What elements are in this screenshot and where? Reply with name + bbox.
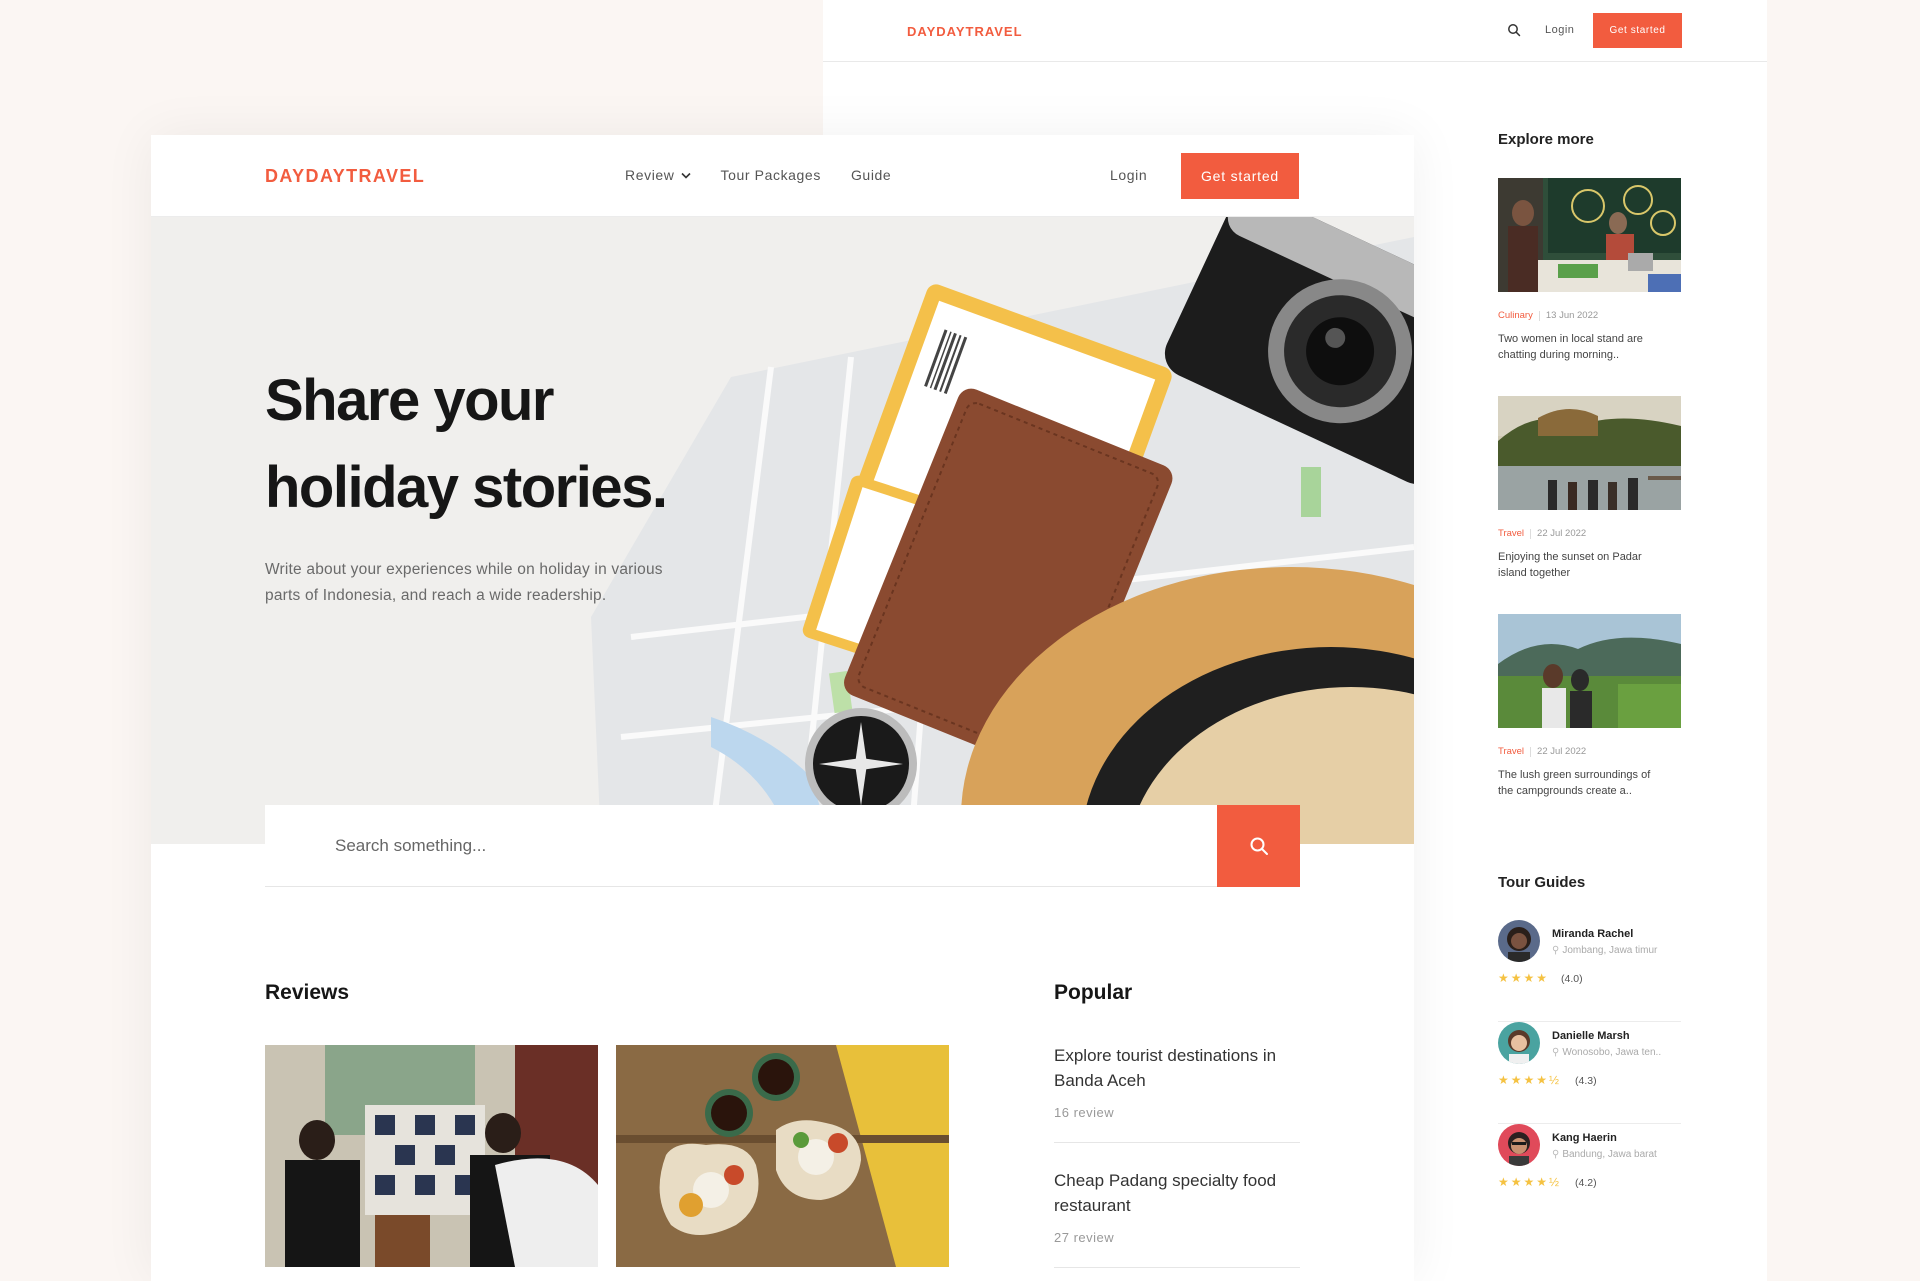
guide-location: ⚲ Jombang, Jawa timur xyxy=(1552,945,1657,956)
guide-name[interactable]: Miranda Rachel xyxy=(1552,928,1633,940)
popular-item[interactable]: Explore tourist destinations in Banda Ac… xyxy=(1054,1043,1300,1143)
review-image-batik[interactable] xyxy=(265,1045,598,1267)
login-link[interactable]: Login xyxy=(1110,167,1147,183)
explore-image-culinary[interactable] xyxy=(1498,178,1681,292)
popular-item-title[interactable]: Cheap Padang specialty food restaurant xyxy=(1054,1168,1300,1218)
search-icon[interactable] xyxy=(1507,23,1521,37)
rating-score: (4.0) xyxy=(1561,973,1583,985)
rating-score: (4.2) xyxy=(1575,1177,1597,1189)
explore-image-sunset[interactable] xyxy=(1498,396,1681,510)
guide-name[interactable]: Danielle Marsh xyxy=(1552,1030,1630,1042)
review-image-food[interactable] xyxy=(616,1045,949,1267)
popular-title: Popular xyxy=(1054,981,1133,1004)
login-link[interactable]: Login xyxy=(1545,24,1574,36)
hero-section: Share your holiday stories. Write about … xyxy=(151,217,1414,844)
guide-location: ⚲ Bandung, Jawa barat xyxy=(1552,1149,1657,1160)
post-date: 22 Jul 2022 xyxy=(1537,746,1587,757)
meta-divider xyxy=(1530,528,1532,539)
guide-card[interactable]: Danielle Marsh ⚲ Wonosobo, Jawa ten.. ★★★… xyxy=(1498,1022,1681,1124)
search-input[interactable] xyxy=(265,805,1217,887)
main-navbar: DAYDAYTRAVEL Review Tour Packages Guide … xyxy=(151,135,1414,217)
meta-divider xyxy=(1538,310,1540,321)
review-card-food[interactable] xyxy=(616,1045,949,1267)
rating-stars: ★★★★½ xyxy=(1498,1175,1562,1189)
explore-card[interactable]: Travel 22 Jul 2022 Enjoying the sunset o… xyxy=(1498,396,1681,581)
home-page: DAYDAYTRAVEL Review Tour Packages Guide … xyxy=(151,135,1414,1281)
article-navbar: DAYDAYTRAVEL Login Get started xyxy=(823,0,1767,62)
hero-title-line-1: Share your xyxy=(265,368,555,433)
guide-location: ⚲ Wonosobo, Jawa ten.. xyxy=(1552,1047,1661,1058)
reviews-title: Reviews xyxy=(265,981,350,1004)
popular-item-count: 27 review xyxy=(1054,1230,1115,1245)
popular-item[interactable]: Cheap Padang specialty food restaurant 2… xyxy=(1054,1168,1300,1268)
explore-more-title: Explore more xyxy=(1498,131,1594,148)
guide-location-text: Bandung, Jawa barat xyxy=(1562,1149,1657,1160)
tour-guides-title: Tour Guides xyxy=(1498,874,1586,891)
explore-text[interactable]: Enjoying the sunset on Padar island toge… xyxy=(1498,549,1668,581)
category-label[interactable]: Travel xyxy=(1498,746,1524,757)
search-icon xyxy=(1250,837,1268,855)
nav-guide[interactable]: Guide xyxy=(851,167,891,183)
rating-stars: ★★★★ xyxy=(1498,971,1550,985)
rating-stars: ★★★★½ xyxy=(1498,1073,1562,1087)
explore-text[interactable]: Two women in local stand are chatting du… xyxy=(1498,331,1668,363)
site-logo[interactable]: DAYDAYTRAVEL xyxy=(265,166,425,187)
guide-name[interactable]: Kang Haerin xyxy=(1552,1132,1617,1144)
location-pin-icon: ⚲ xyxy=(1552,945,1560,956)
post-date: 13 Jun 2022 xyxy=(1545,310,1599,321)
hero-subtitle: Write about your experiences while on ho… xyxy=(265,561,663,604)
nav-tour-packages[interactable]: Tour Packages xyxy=(721,167,821,183)
chevron-down-icon xyxy=(680,172,691,179)
category-label[interactable]: Travel xyxy=(1498,528,1524,539)
explore-card[interactable]: Culinary 13 Jun 2022 Two women in local … xyxy=(1498,178,1681,363)
guide-card[interactable]: Miranda Rachel ⚲ Jombang, Jawa timur ★★★★… xyxy=(1498,920,1681,1022)
avatar[interactable] xyxy=(1498,1124,1540,1166)
explore-image-campground[interactable] xyxy=(1498,614,1681,728)
popular-item-title[interactable]: Explore tourist destinations in Banda Ac… xyxy=(1054,1043,1300,1093)
category-label[interactable]: Culinary xyxy=(1498,310,1533,321)
guide-card[interactable]: Kang Haerin ⚲ Bandung, Jawa barat ★★★★½ (… xyxy=(1498,1124,1681,1226)
avatar[interactable] xyxy=(1498,1022,1540,1064)
post-date: 22 Jul 2022 xyxy=(1537,528,1587,539)
location-pin-icon: ⚲ xyxy=(1552,1047,1560,1058)
nav-review[interactable]: Review xyxy=(625,167,691,183)
search-bar xyxy=(265,805,1300,887)
get-started-button[interactable]: Get started xyxy=(1181,153,1299,199)
review-card-batik[interactable] xyxy=(265,1045,598,1267)
main-menu: Review Tour Packages Guide xyxy=(625,167,891,183)
guide-location-text: Wonosobo, Jawa ten.. xyxy=(1562,1047,1662,1058)
hero-title-line-2: holiday stories. xyxy=(265,455,668,520)
nav-review-label[interactable]: Review xyxy=(625,167,675,183)
meta-divider xyxy=(1530,746,1532,757)
avatar[interactable] xyxy=(1498,920,1540,962)
article-logo[interactable]: DAYDAYTRAVEL xyxy=(907,24,1023,39)
location-pin-icon: ⚲ xyxy=(1552,1149,1560,1160)
explore-text[interactable]: The lush green surroundings of the campg… xyxy=(1498,767,1668,799)
rating-score: (4.3) xyxy=(1575,1075,1597,1087)
popular-item-count: 16 review xyxy=(1054,1105,1115,1120)
get-started-button[interactable]: Get started xyxy=(1593,13,1682,48)
hero-title: Share your holiday stories. xyxy=(265,357,668,531)
explore-card[interactable]: Travel 22 Jul 2022 The lush green surrou… xyxy=(1498,614,1681,799)
guide-location-text: Jombang, Jawa timur xyxy=(1562,945,1658,956)
search-button[interactable] xyxy=(1217,805,1300,887)
